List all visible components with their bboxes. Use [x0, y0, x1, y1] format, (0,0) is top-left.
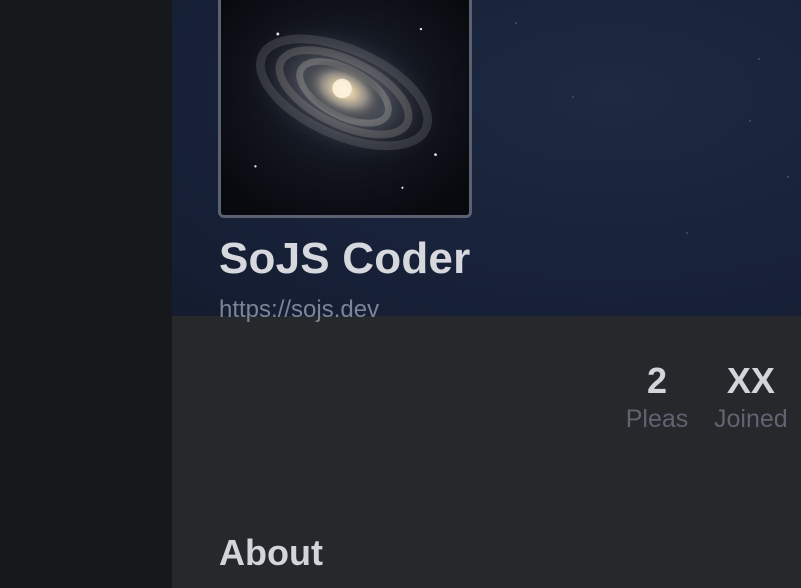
stat-pleas-value: 2: [646, 360, 668, 401]
profile-name: SoJS Coder: [219, 234, 471, 283]
cover-star: [572, 96, 574, 98]
cover-star: [749, 120, 751, 122]
cover-star: [787, 176, 789, 178]
app-window: SoJS Coder https://sojs.dev 2 Pleas XX J…: [0, 0, 801, 588]
about-heading: About: [219, 532, 323, 573]
cover-star: [758, 58, 760, 60]
profile-avatar[interactable]: [218, 0, 472, 218]
stat-joined-value: XX: [726, 360, 775, 401]
profile-stats: 2 Pleas XX Joined: [623, 358, 801, 458]
cover-star: [515, 22, 517, 24]
stat-pleas[interactable]: 2 Pleas: [623, 358, 691, 434]
stat-pleas-label: Pleas: [625, 405, 689, 433]
galaxy-avatar-image: [221, 0, 469, 215]
stat-joined-label: Joined: [714, 405, 788, 433]
profile-page: SoJS Coder https://sojs.dev 2 Pleas XX J…: [172, 0, 801, 588]
profile-website-link[interactable]: https://sojs.dev: [219, 295, 379, 325]
stat-joined: XX Joined: [714, 358, 788, 434]
profile-cover: SoJS Coder: [172, 0, 801, 316]
left-sidebar: [0, 0, 172, 588]
cover-star: [686, 232, 688, 234]
